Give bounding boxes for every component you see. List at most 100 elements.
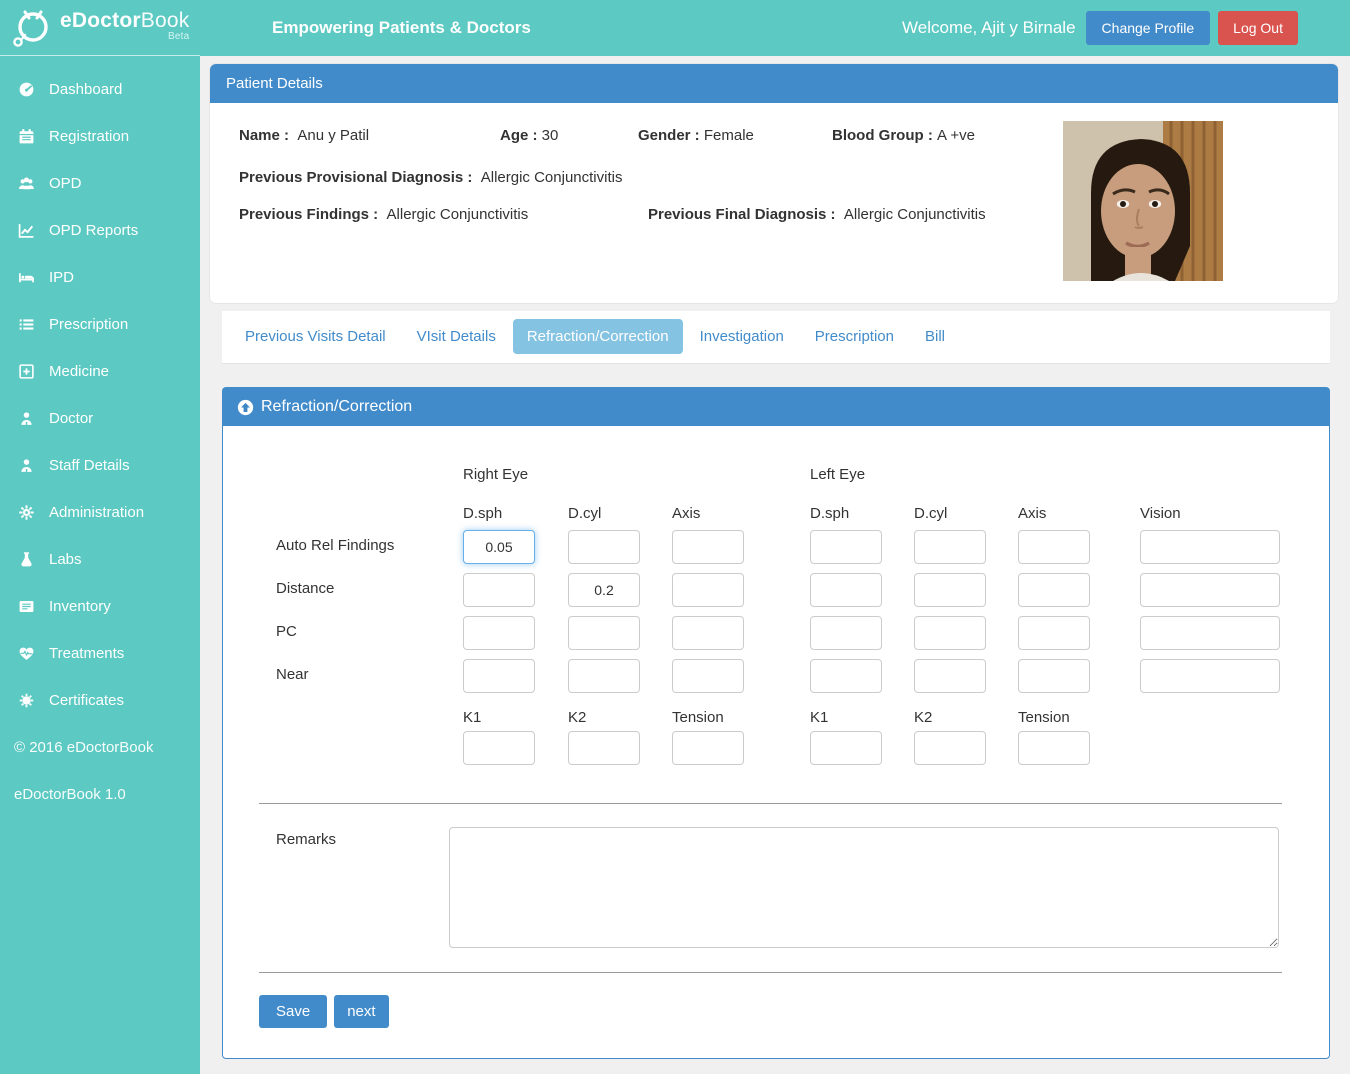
users-icon bbox=[18, 175, 36, 192]
brand-logo[interactable]: eDoctorBook Beta bbox=[0, 0, 200, 56]
input-distance-left-axis[interactable] bbox=[1018, 573, 1090, 607]
list-alt-icon bbox=[18, 598, 36, 615]
sidebar-item-registration[interactable]: Registration bbox=[0, 113, 200, 160]
input-near-right-axis[interactable] bbox=[672, 659, 744, 693]
left-dsph-label: D.sph bbox=[810, 505, 882, 522]
sidebar-item-dashboard[interactable]: Dashboard bbox=[0, 66, 200, 113]
input-near-left-dcyl[interactable] bbox=[914, 659, 986, 693]
input-right-k2[interactable] bbox=[568, 731, 640, 765]
line-chart-icon bbox=[18, 222, 36, 239]
tab-prescription[interactable]: Prescription bbox=[801, 319, 908, 354]
version-text: eDoctorBook 1.0 bbox=[0, 771, 200, 818]
input-right-k1[interactable] bbox=[463, 731, 535, 765]
right-dsph-label: D.sph bbox=[463, 505, 535, 522]
row-label-distance: Distance bbox=[259, 573, 463, 597]
row-label-near: Near bbox=[259, 659, 463, 683]
top-header: eDoctorBook Beta Empowering Patients & D… bbox=[0, 0, 1350, 56]
app-tagline: Empowering Patients & Doctors bbox=[272, 18, 531, 38]
input-pc-right-axis[interactable] bbox=[672, 616, 744, 650]
input-near-left-axis[interactable] bbox=[1018, 659, 1090, 693]
dashboard-icon bbox=[18, 81, 36, 98]
sidebar-item-opd-reports[interactable]: OPD Reports bbox=[0, 207, 200, 254]
input-near-left-dsph[interactable] bbox=[810, 659, 882, 693]
left-axis-label: Axis bbox=[1018, 505, 1090, 522]
sidebar-item-inventory[interactable]: Inventory bbox=[0, 583, 200, 630]
next-button[interactable]: next bbox=[334, 995, 388, 1028]
input-autorel-left-dcyl[interactable] bbox=[914, 530, 986, 564]
tab-previous-visits-detail[interactable]: Previous Visits Detail bbox=[231, 319, 400, 354]
input-autorel-right-dcyl[interactable] bbox=[568, 530, 640, 564]
tab-refraction-correction[interactable]: Refraction/Correction bbox=[513, 319, 683, 354]
row-label-pc: PC bbox=[259, 616, 463, 640]
input-autorel-left-axis[interactable] bbox=[1018, 530, 1090, 564]
logout-button[interactable]: Log Out bbox=[1218, 11, 1298, 45]
sidebar-item-prescription[interactable]: Prescription bbox=[0, 301, 200, 348]
row-label-auto-rel-findings: Auto Rel Findings bbox=[259, 530, 463, 554]
calendar-icon bbox=[18, 128, 36, 145]
input-autorel-right-axis[interactable] bbox=[672, 530, 744, 564]
patient-gender: Gender : Female bbox=[638, 127, 832, 144]
heartbeat-icon bbox=[18, 645, 36, 662]
sidebar-item-ipd[interactable]: IPD bbox=[0, 254, 200, 301]
right-k2-label: K2 bbox=[568, 709, 640, 726]
input-pc-vision[interactable] bbox=[1140, 616, 1280, 650]
stethoscope-icon bbox=[10, 5, 54, 51]
remarks-textarea[interactable] bbox=[449, 827, 1279, 948]
right-tension-label: Tension bbox=[672, 709, 744, 726]
tab-visit-details[interactable]: VIsit Details bbox=[403, 319, 510, 354]
input-near-right-dcyl[interactable] bbox=[568, 659, 640, 693]
certificate-icon bbox=[18, 692, 36, 709]
input-autorel-left-dsph[interactable] bbox=[810, 530, 882, 564]
left-tension-label: Tension bbox=[1018, 709, 1090, 726]
sidebar-item-medicine[interactable]: Medicine bbox=[0, 348, 200, 395]
input-distance-right-dcyl[interactable] bbox=[568, 573, 640, 607]
input-distance-right-dsph[interactable] bbox=[463, 573, 535, 607]
input-distance-left-dsph[interactable] bbox=[810, 573, 882, 607]
input-distance-left-dcyl[interactable] bbox=[914, 573, 986, 607]
sidebar-item-doctor[interactable]: Doctor bbox=[0, 395, 200, 442]
input-left-k1[interactable] bbox=[810, 731, 882, 765]
doctor-icon bbox=[18, 410, 36, 427]
sidebar-item-opd[interactable]: OPD bbox=[0, 160, 200, 207]
arrow-circle-up-icon[interactable] bbox=[237, 399, 254, 416]
input-pc-left-dcyl[interactable] bbox=[914, 616, 986, 650]
main-content: Patient Details Name : Anu y Patil Age :… bbox=[200, 56, 1350, 1074]
input-pc-right-dcyl[interactable] bbox=[568, 616, 640, 650]
left-k1-label: K1 bbox=[810, 709, 882, 726]
sidebar-item-labs[interactable]: Labs bbox=[0, 536, 200, 583]
bed-icon bbox=[18, 269, 36, 286]
refraction-panel-header: Refraction/Correction bbox=[223, 388, 1329, 426]
input-pc-left-axis[interactable] bbox=[1018, 616, 1090, 650]
patient-details-header: Patient Details bbox=[210, 64, 1338, 103]
input-distance-vision[interactable] bbox=[1140, 573, 1280, 607]
sidebar-item-staff-details[interactable]: Staff Details bbox=[0, 442, 200, 489]
change-profile-button[interactable]: Change Profile bbox=[1086, 11, 1211, 45]
remarks-label: Remarks bbox=[259, 827, 449, 948]
right-dcyl-label: D.cyl bbox=[568, 505, 640, 522]
input-left-k2[interactable] bbox=[914, 731, 986, 765]
input-pc-right-dsph[interactable] bbox=[463, 616, 535, 650]
input-distance-right-axis[interactable] bbox=[672, 573, 744, 607]
sidebar-item-certificates[interactable]: Certificates bbox=[0, 677, 200, 724]
input-near-right-dsph[interactable] bbox=[463, 659, 535, 693]
sidebar-item-administration[interactable]: Administration bbox=[0, 489, 200, 536]
input-autorel-right-dsph[interactable] bbox=[463, 530, 535, 564]
previous-findings: Previous Findings : Allergic Conjunctivi… bbox=[239, 206, 648, 223]
input-right-tension[interactable] bbox=[672, 731, 744, 765]
input-autorel-vision[interactable] bbox=[1140, 530, 1280, 564]
tab-bill[interactable]: Bill bbox=[911, 319, 959, 354]
welcome-text: Welcome, Ajit y Birnale bbox=[902, 18, 1076, 38]
input-pc-left-dsph[interactable] bbox=[810, 616, 882, 650]
input-near-vision[interactable] bbox=[1140, 659, 1280, 693]
left-eye-header: Left Eye bbox=[810, 466, 1090, 483]
tab-investigation[interactable]: Investigation bbox=[686, 319, 798, 354]
save-button[interactable]: Save bbox=[259, 995, 327, 1028]
staff-icon bbox=[18, 457, 36, 474]
patient-blood-group: Blood Group : A +ve bbox=[832, 127, 1063, 144]
sidebar-item-treatments[interactable]: Treatments bbox=[0, 630, 200, 677]
visit-tabs: Previous Visits Detail VIsit Details Ref… bbox=[222, 311, 1330, 364]
right-k1-label: K1 bbox=[463, 709, 535, 726]
copyright-text: © 2016 eDoctorBook bbox=[0, 724, 200, 771]
left-dcyl-label: D.cyl bbox=[914, 505, 986, 522]
input-left-tension[interactable] bbox=[1018, 731, 1090, 765]
